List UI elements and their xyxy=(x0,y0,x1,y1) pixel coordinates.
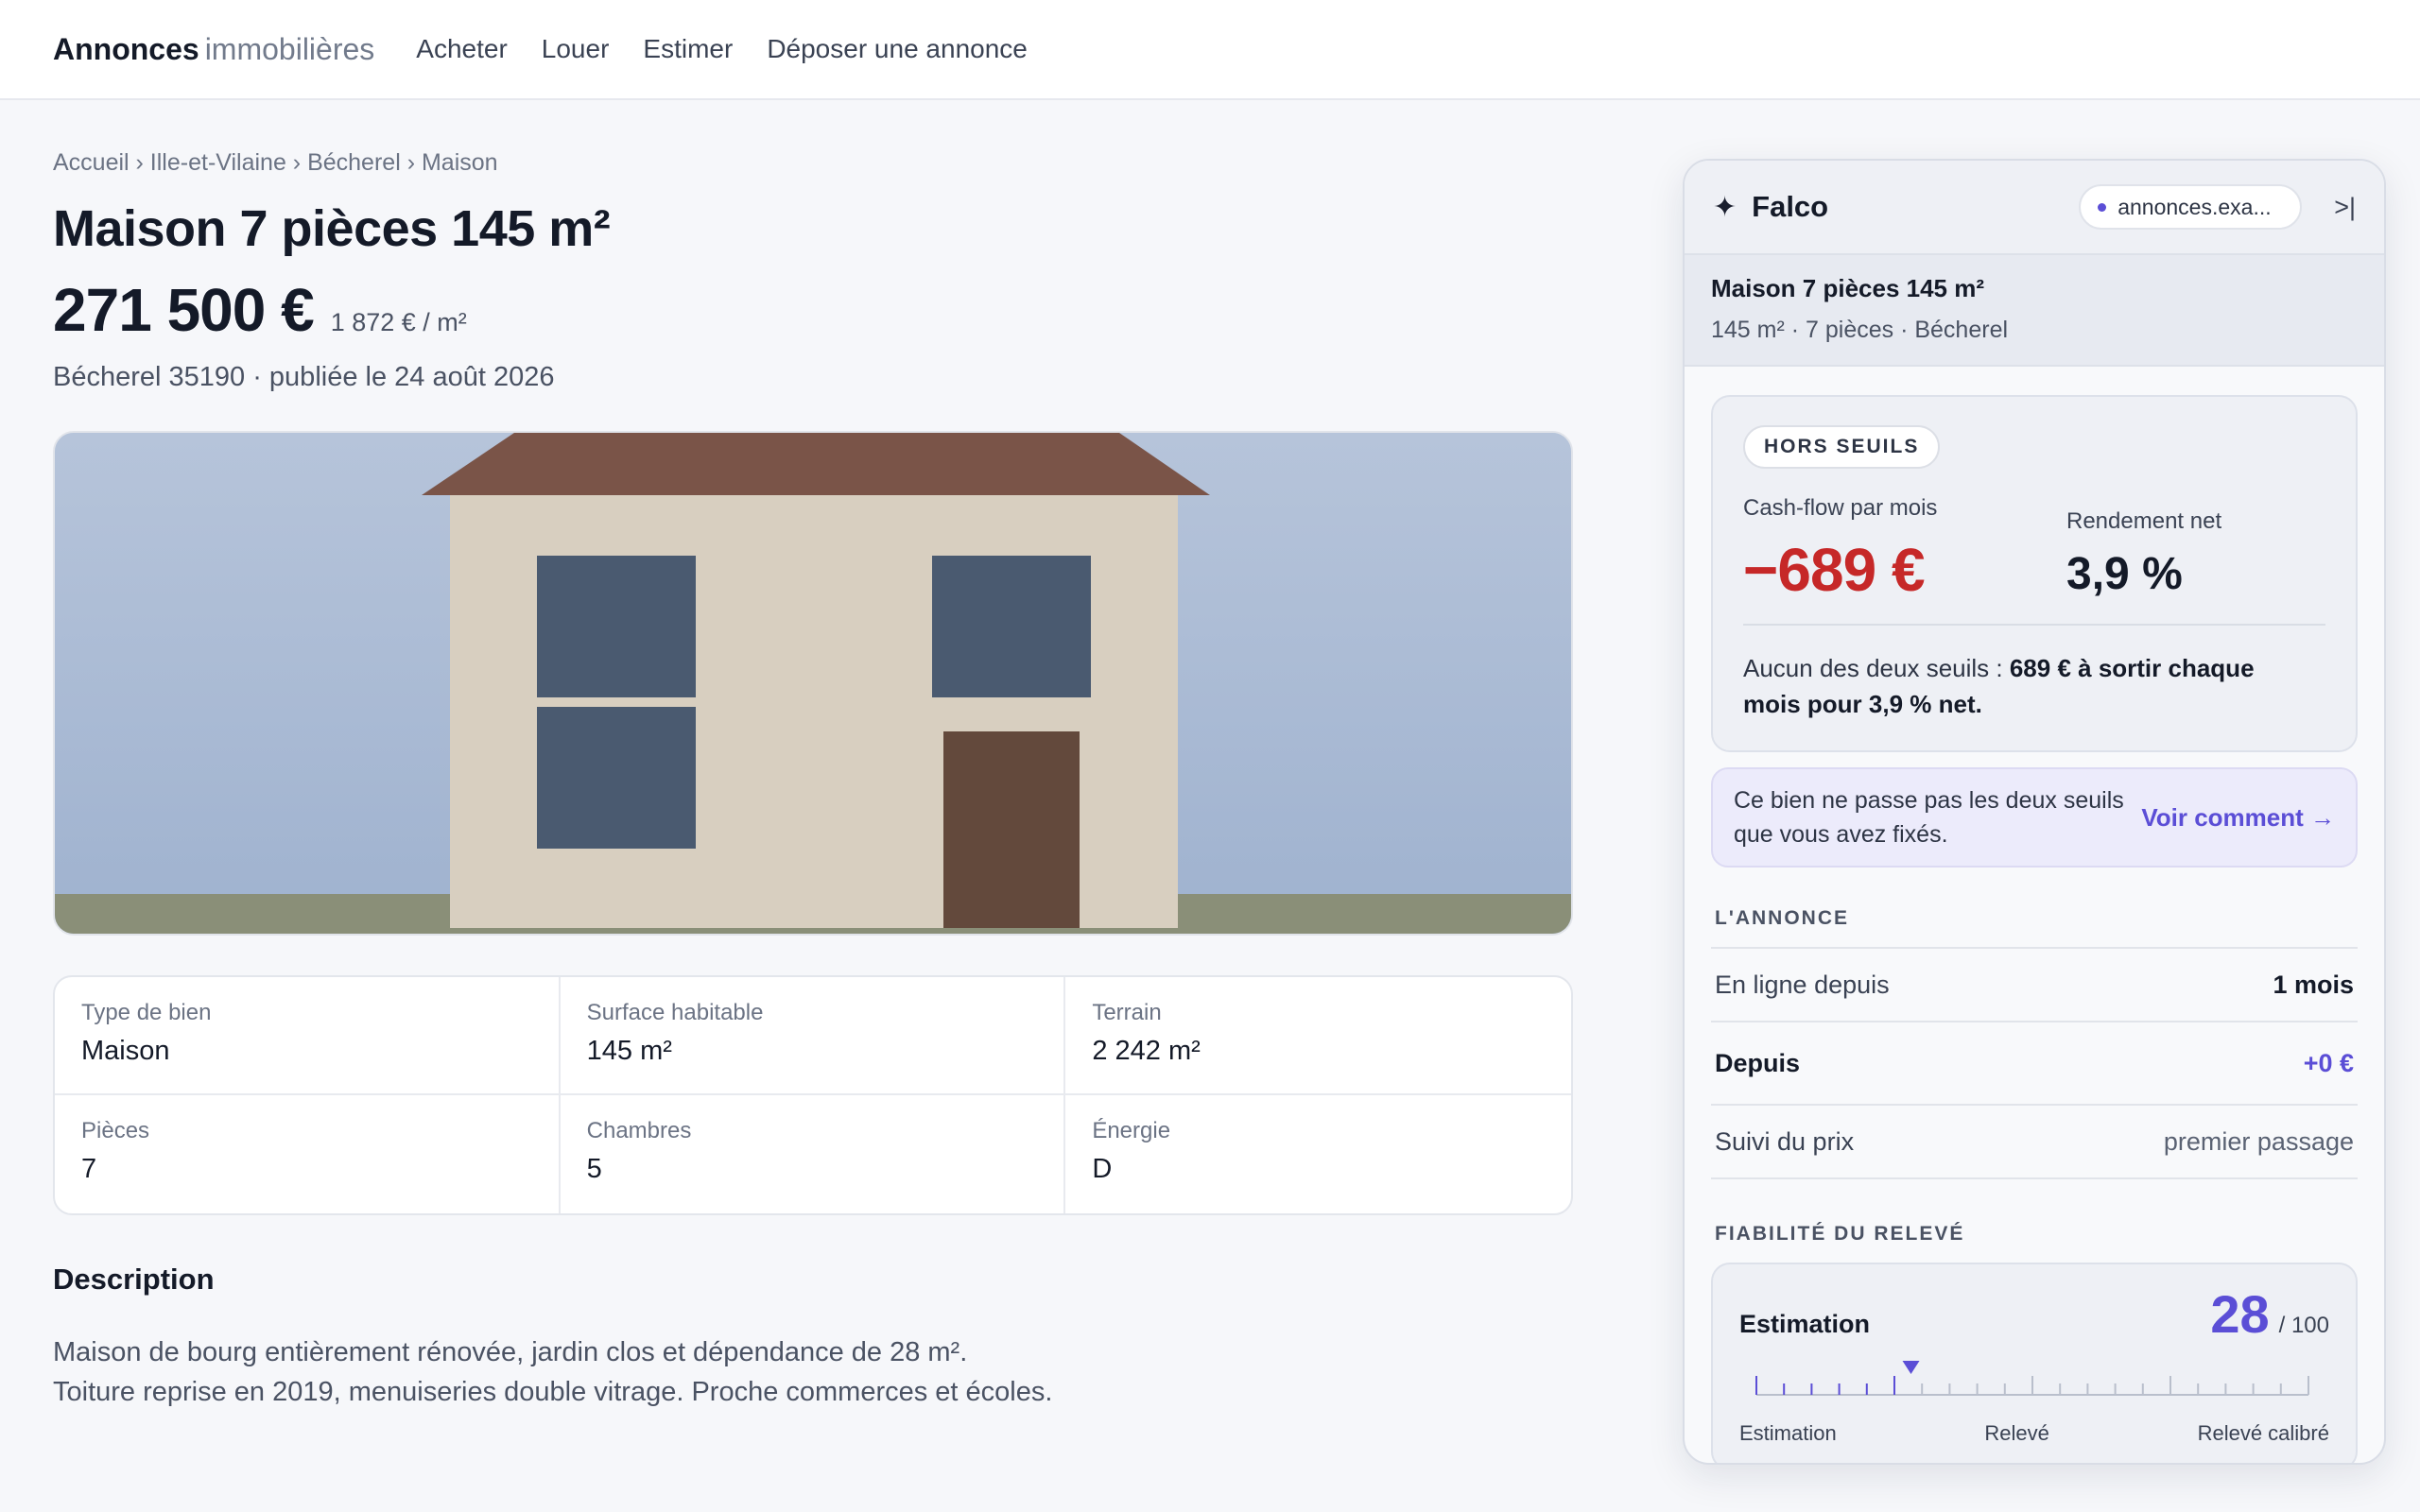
spec-pieces: Pièces 7 xyxy=(55,1095,561,1213)
info-value: premier passage xyxy=(2163,1126,2354,1156)
info-label: Suivi du prix xyxy=(1715,1126,1855,1156)
info-value: +0 € xyxy=(2303,1048,2354,1077)
page-title: Maison 7 pièces 145 m² xyxy=(53,200,611,257)
gauge-max: / 100 xyxy=(2278,1313,2329,1338)
falco-side-panel: ✦ Falco annonces.exa... >| Maison 7 pièc… xyxy=(1683,159,2386,1465)
threshold-note: Aucun des deux seuils : 689 € à sortir c… xyxy=(1743,650,2318,722)
listing-summary: Maison 7 pièces 145 m² 145 m² · 7 pièces… xyxy=(1685,255,2384,367)
voir-comment-link[interactable]: Voir comment → xyxy=(2141,803,2335,833)
spec-label: Terrain xyxy=(1092,1000,1162,1025)
gauge-label: Estimation xyxy=(1739,1310,1871,1338)
site-domain: annonces.exa... xyxy=(2118,194,2272,219)
yield-label: Rendement net xyxy=(2066,508,2222,534)
collapse-panel-icon[interactable]: >| xyxy=(2334,193,2356,222)
listing-price: 271 500 € xyxy=(53,276,315,344)
nav-link-deposer-annonce[interactable]: Déposer une annonce xyxy=(767,34,1028,64)
info-label: En ligne depuis xyxy=(1715,970,1890,999)
spec-label: Pièces xyxy=(81,1118,150,1143)
scale-label-releve-calibre: Relevé calibré xyxy=(2197,1421,2329,1445)
brand-name-light: immobilières xyxy=(204,31,375,66)
top-navigation-bar: Annonces immobilières Acheter Louer Estim… xyxy=(0,0,2420,100)
cashflow-value: −689 € xyxy=(1743,536,1926,604)
info-label: Depuis xyxy=(1715,1048,1801,1077)
alert-text: Ce bien ne passe pas les deux seuils que… xyxy=(1734,787,2124,848)
breadcrumb[interactable]: Accueil › Ille-et-Vilaine › Bécherel › M… xyxy=(53,149,1573,177)
summary-subtitle: 145 m² · 7 pièces · Bécherel xyxy=(1711,317,2009,343)
status-dot-icon xyxy=(2098,202,2107,212)
description-line: Toiture reprise en 2019, menuiseries dou… xyxy=(53,1377,1053,1407)
threshold-card: HORS SEUILS Cash-flow par mois −689 € Re… xyxy=(1711,395,2358,752)
price-row: 271 500 € 1 872 € / m² xyxy=(53,275,1573,345)
listing-content: Accueil › Ille-et-Vilaine › Bécherel › M… xyxy=(53,100,1573,1412)
spec-value: 7 xyxy=(81,1154,97,1184)
spec-label: Type de bien xyxy=(81,1000,212,1025)
nav-link-estimer[interactable]: Estimer xyxy=(643,34,733,64)
gauge-marker xyxy=(1902,1361,1920,1374)
spec-type: Type de bien Maison xyxy=(55,977,561,1095)
brand-name-strong: Annonces xyxy=(53,31,199,66)
info-row-online: En ligne depuis 1 mois xyxy=(1711,949,2358,1022)
cashflow-label: Cash-flow par mois xyxy=(1743,495,1938,521)
description-title: Description xyxy=(53,1263,215,1296)
spec-surface: Surface habitable 145 m² xyxy=(560,977,1066,1095)
spec-value: Maison xyxy=(81,1036,170,1066)
listing-location: Bécherel 35190 · publiée le 24 août 2026 xyxy=(53,362,555,392)
spec-label: Surface habitable xyxy=(586,1000,764,1025)
description-line: Maison de bourg entièrement rénovée, jar… xyxy=(53,1337,968,1367)
property-specs-grid: Type de bien Maison Surface habitable 14… xyxy=(53,975,1573,1215)
spec-label: Chambres xyxy=(586,1118,692,1143)
spec-label: Énergie xyxy=(1092,1118,1171,1143)
site-logo[interactable]: Annonces immobilières xyxy=(53,32,374,67)
spec-chambres: Chambres 5 xyxy=(561,1095,1066,1213)
spec-value: 2 242 m² xyxy=(1092,1036,1201,1066)
annonce-section-title: L'ANNONCE xyxy=(1715,907,1849,929)
scale-label-releve: Relevé xyxy=(1984,1421,2049,1445)
threshold-alert: Ce bien ne passe pas les deux seuils que… xyxy=(1711,767,2358,868)
yield-value: 3,9 % xyxy=(2066,549,2183,599)
panel-title: Falco xyxy=(1752,190,1829,223)
reliability-gauge-card: Estimation 28 / 100 Estimation Relevé Re… xyxy=(1711,1263,2358,1463)
reliability-section-title: FIABILITÉ DU RELEVÉ xyxy=(1715,1223,1965,1245)
info-row-price-tracking: Suivi du prix premier passage xyxy=(1711,1106,2358,1179)
site-pill[interactable]: annonces.exa... xyxy=(2079,184,2303,230)
house-illustration xyxy=(55,433,1571,934)
spec-terrain: Terrain 2 242 m² xyxy=(1065,977,1571,1095)
gauge-score: 28 xyxy=(2210,1284,2270,1344)
listing-photo[interactable] xyxy=(53,431,1573,936)
nav-link-acheter[interactable]: Acheter xyxy=(416,34,508,64)
divider xyxy=(1743,624,2325,626)
panel-header: ✦ Falco annonces.exa... >| xyxy=(1685,161,2384,255)
spec-value: 5 xyxy=(586,1154,602,1184)
info-value: 1 mois xyxy=(2273,970,2354,999)
sparkle-icon: ✦ xyxy=(1713,191,1737,223)
price-per-sqm: 1 872 € / m² xyxy=(330,308,467,336)
nav-link-louer[interactable]: Louer xyxy=(542,34,610,64)
gauge-scale-labels: Estimation Relevé Relevé calibré xyxy=(1739,1421,2329,1446)
reliability-gauge-scale xyxy=(1755,1361,2309,1396)
yield-metric: Rendement net 3,9 % xyxy=(2066,508,2221,600)
info-row-since: Depuis +0 € xyxy=(1711,1022,2358,1106)
summary-title: Maison 7 pièces 145 m² xyxy=(1711,274,1985,302)
spec-energie: Énergie D xyxy=(1065,1095,1571,1213)
spec-value: 145 m² xyxy=(586,1036,672,1066)
note-prefix: Aucun des deux seuils : xyxy=(1743,654,2010,682)
cashflow-metric: Cash-flow par mois −689 € xyxy=(1743,495,1937,605)
scale-label-estimation: Estimation xyxy=(1739,1421,1837,1445)
description-text: Maison de bourg entièrement rénovée, jar… xyxy=(53,1332,1573,1412)
status-badge: HORS SEUILS xyxy=(1743,425,1941,469)
annonce-info-table: En ligne depuis 1 mois Depuis +0 € Suivi… xyxy=(1711,947,2358,1179)
spec-value: D xyxy=(1092,1154,1113,1184)
gauge-header: Estimation 28 / 100 xyxy=(1739,1264,2329,1345)
